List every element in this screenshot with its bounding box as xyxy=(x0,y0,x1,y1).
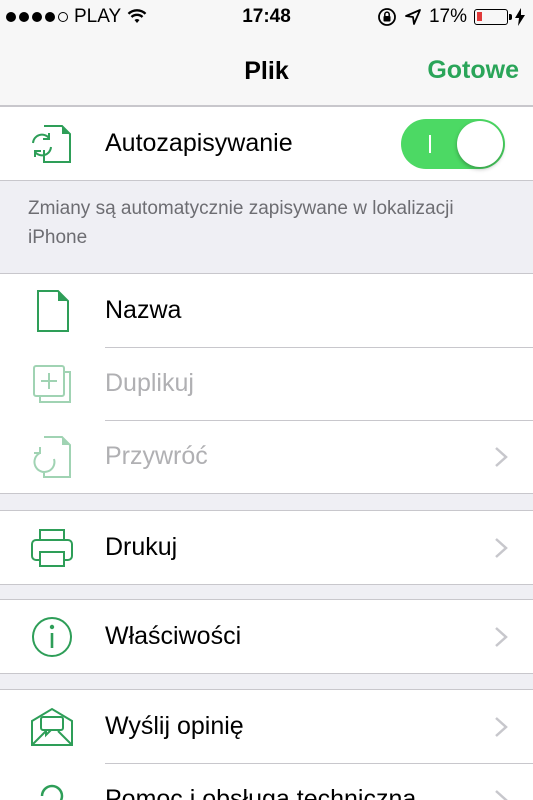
toggle-knob xyxy=(457,120,503,167)
info-icon xyxy=(32,616,72,657)
help-support-row[interactable]: Pomoc i obsługa techniczna xyxy=(0,763,533,800)
autosave-row: Autozapisywanie xyxy=(0,107,533,180)
battery-level-fill xyxy=(477,12,482,21)
autosave-document-icon xyxy=(32,124,71,163)
rename-row[interactable]: Nazwa xyxy=(0,274,533,347)
duplicate-label: Duplikuj xyxy=(105,369,194,397)
print-section: Drukuj xyxy=(0,510,533,585)
help-section: Wyślij opinię Pomoc i obsługa techniczna xyxy=(0,689,533,800)
chevron-right-icon xyxy=(495,626,508,647)
restore-icon xyxy=(33,435,71,478)
autosave-toggle[interactable] xyxy=(401,118,505,169)
autosave-footnote: Zmiany są automatycznie zapisywane w lok… xyxy=(28,198,454,248)
chevron-right-icon xyxy=(495,716,508,737)
properties-row[interactable]: Właściwości xyxy=(0,600,533,673)
help-support-label: Pomoc i obsługa techniczna xyxy=(105,785,417,800)
chevron-right-icon xyxy=(495,537,508,558)
status-bar-right: 17% xyxy=(377,6,525,28)
duplicate-icon xyxy=(33,364,71,403)
restore-row[interactable]: Przywróć xyxy=(0,420,533,493)
rename-label: Nazwa xyxy=(105,296,182,324)
navigation-bar: Plik Gotowe xyxy=(0,36,533,106)
chevron-right-icon xyxy=(495,446,508,467)
print-label: Drukuj xyxy=(105,533,178,561)
battery-percent: 17% xyxy=(428,6,467,27)
restore-label: Przywróć xyxy=(105,442,208,470)
rotation-lock-icon xyxy=(378,8,396,26)
battery-icon xyxy=(474,9,512,25)
printer-icon xyxy=(31,528,73,567)
file-actions-section: Nazwa Duplikuj Przywróć xyxy=(0,273,533,494)
properties-section: Właściwości xyxy=(0,599,533,674)
toggle-on-mark xyxy=(429,134,431,153)
autosave-label: Autozapisywanie xyxy=(105,129,293,157)
location-arrow-icon xyxy=(405,9,421,25)
feedback-row[interactable]: Wyślij opinię xyxy=(0,690,533,763)
charging-bolt-icon xyxy=(515,8,525,26)
done-button[interactable]: Gotowe xyxy=(427,56,519,85)
duplicate-row[interactable]: Duplikuj xyxy=(0,347,533,420)
document-icon xyxy=(37,289,69,332)
question-mark-icon xyxy=(40,784,64,800)
chevron-right-icon xyxy=(495,789,508,800)
status-bar: PLAY 17:48 17% xyxy=(0,0,533,36)
properties-label: Właściwości xyxy=(105,622,242,650)
autosave-section: Autozapisywanie xyxy=(0,106,533,181)
feedback-envelope-icon xyxy=(31,707,73,746)
feedback-label: Wyślij opinię xyxy=(105,712,244,740)
print-row[interactable]: Drukuj xyxy=(0,511,533,584)
